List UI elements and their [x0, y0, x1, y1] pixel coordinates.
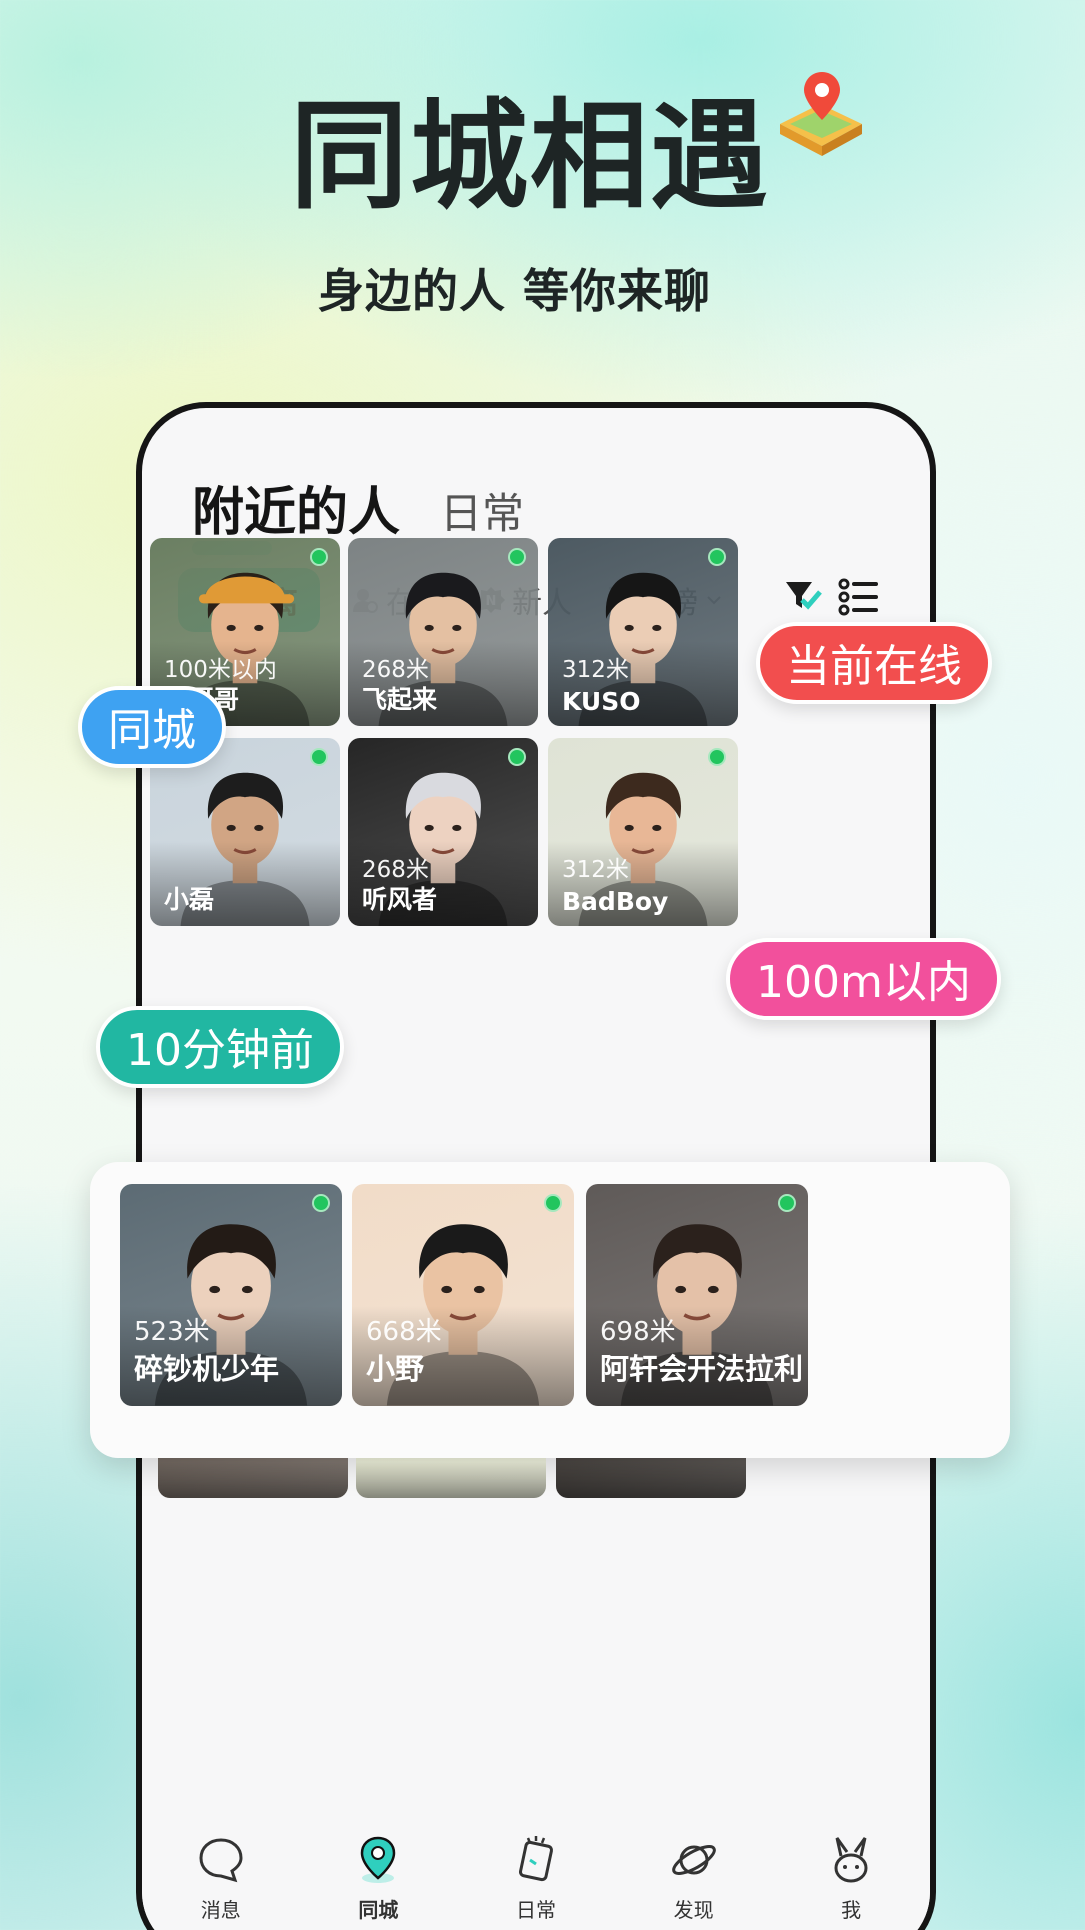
online-dot: [508, 548, 526, 566]
nav-discover-label: 发现: [673, 1898, 714, 1922]
list-view-icon[interactable]: [838, 576, 880, 618]
map-pin-icon: [780, 72, 862, 156]
filter-check-icon[interactable]: [782, 576, 824, 618]
user-card[interactable]: 312米 KUSO: [548, 538, 738, 726]
location-icon: [361, 1836, 396, 1883]
user-distance: 268米: [362, 657, 429, 683]
bubble-same-city: 同城: [78, 686, 226, 768]
user-card[interactable]: 523米碎钞机少年: [120, 1184, 342, 1406]
card-shade: [158, 1462, 348, 1498]
user-card[interactable]: 268米 听风者: [348, 738, 538, 926]
user-distance: 668米: [366, 1317, 442, 1347]
message-icon: [199, 1838, 243, 1883]
tab-nearby-label: 附近的人: [192, 483, 401, 543]
nav-messages[interactable]: 消息: [161, 1834, 281, 1930]
user-name: KUSO: [562, 687, 641, 716]
user-name: 小磊: [164, 885, 215, 914]
user-name: 听风者: [362, 885, 438, 914]
bottom-nav: 消息 同城 日常 发现 我: [142, 1816, 930, 1930]
user-distance: 523米: [134, 1317, 210, 1347]
tab-nearby[interactable]: 附近的人: [192, 470, 401, 555]
user-name: 小野: [366, 1352, 425, 1386]
online-dot: [310, 548, 328, 566]
user-distance: 312米: [562, 857, 629, 883]
nav-same-city-label: 同城: [358, 1898, 399, 1922]
user-name: 阿轩会开法拉利: [600, 1352, 804, 1386]
moment-card-icon: [518, 1836, 553, 1882]
nav-daily[interactable]: 日常: [476, 1834, 596, 1930]
user-distance: 100米以内: [164, 657, 277, 683]
nav-daily-label: 日常: [515, 1898, 556, 1922]
bubble-online-now: 当前在线: [756, 622, 992, 704]
user-distance: 268米: [362, 857, 429, 883]
nav-me-label: 我: [841, 1898, 862, 1922]
featured-row: 523米 碎钞机少年 668米 小野 698米 阿轩会开法拉利: [90, 1162, 1010, 1458]
hero-title: 同城相遇: [290, 87, 771, 225]
user-card[interactable]: 668米小野: [352, 1184, 574, 1406]
bubble-within-100m: 100m以内: [726, 938, 1001, 1020]
user-distance: 698米: [600, 1317, 676, 1347]
nav-me[interactable]: 我: [791, 1834, 911, 1930]
card-shade: [356, 1462, 546, 1498]
user-card[interactable]: 312米 BadBoy: [548, 738, 738, 926]
top-tabs: 附近的人 日常: [192, 470, 524, 555]
hero-subtitle: 身边的人 等你来聊: [318, 264, 712, 318]
user-name: 碎钞机少年: [134, 1352, 280, 1386]
card-shade: [556, 1462, 746, 1498]
user-name: 飞起来: [362, 685, 438, 714]
user-name: BadBoy: [562, 887, 669, 916]
online-dot: [312, 1194, 330, 1212]
nav-same-city[interactable]: 同城: [318, 1834, 438, 1930]
tab-daily[interactable]: 日常: [440, 480, 524, 541]
user-card[interactable]: 698米阿轩会开法拉利: [586, 1184, 808, 1406]
online-dot: [778, 1194, 796, 1212]
online-dot: [708, 748, 726, 766]
bubble-ten-min-ago: 10分钟前: [96, 1006, 344, 1088]
online-dot: [708, 548, 726, 566]
user-distance: 312米: [562, 657, 629, 683]
nav-discover[interactable]: 发现: [634, 1834, 754, 1930]
nav-messages-label: 消息: [200, 1898, 241, 1922]
online-dot: [508, 748, 526, 766]
user-card[interactable]: 268米 飞起来: [348, 538, 538, 726]
online-dot: [310, 748, 328, 766]
planet-icon: [671, 1845, 716, 1875]
online-dot: [544, 1194, 562, 1212]
rabbit-profile-icon: [834, 1837, 868, 1883]
